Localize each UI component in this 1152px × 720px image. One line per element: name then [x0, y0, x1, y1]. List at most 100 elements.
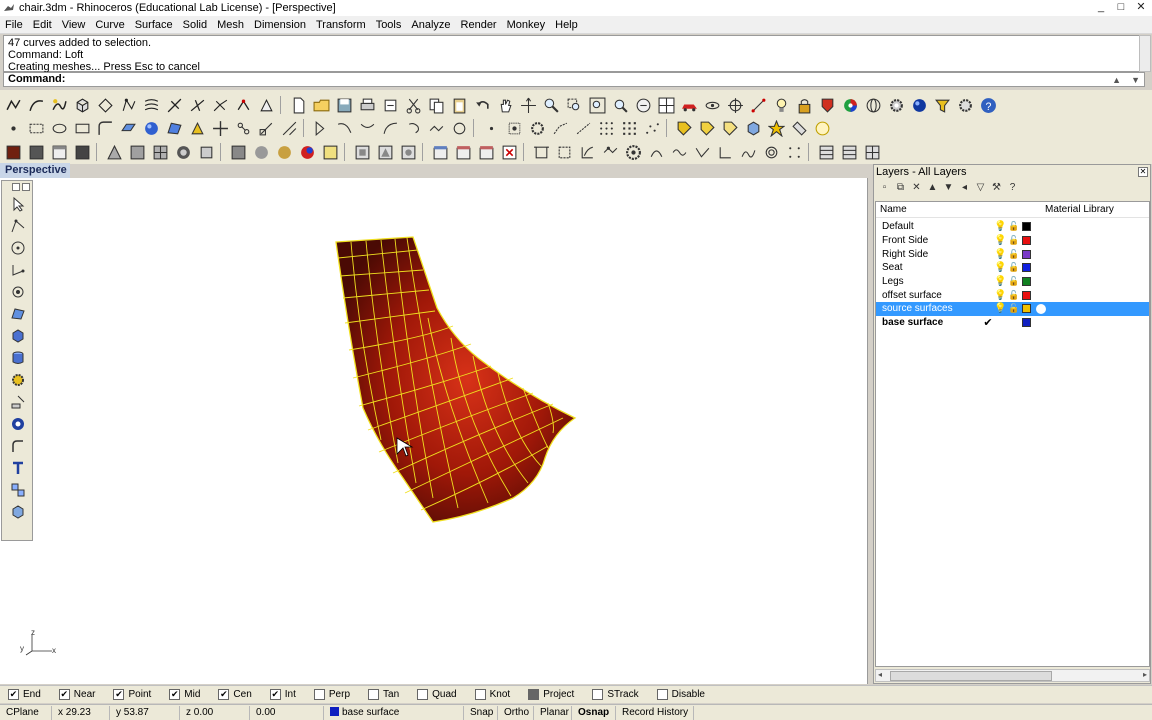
curve-icon[interactable] — [25, 95, 47, 116]
menu-analyze[interactable]: Analyze — [406, 19, 455, 31]
help-icon[interactable]: ? — [1006, 182, 1019, 195]
column-name-header[interactable]: Name — [876, 204, 1041, 215]
perspective-viewport[interactable] — [33, 178, 867, 683]
undo-icon[interactable] — [471, 95, 493, 116]
menu-dimension[interactable]: Dimension — [249, 19, 311, 31]
layer-row[interactable]: Default 💡 🔓 — [876, 220, 1149, 234]
mirror-icon[interactable] — [310, 118, 332, 139]
patch-icon[interactable] — [163, 118, 185, 139]
viewport-title[interactable]: Perspective — [0, 163, 70, 178]
split-curve-icon[interactable] — [425, 118, 447, 139]
view-close-icon[interactable] — [498, 142, 520, 163]
ortho-toggle[interactable]: Ortho — [498, 705, 534, 720]
zoom-extents-icon[interactable] — [586, 95, 608, 116]
layer-color-swatch[interactable] — [1022, 222, 1031, 232]
layers-horizontal-scrollbar[interactable]: ◂ ▸ — [875, 669, 1150, 682]
view-front-icon[interactable] — [374, 142, 396, 163]
settings-dial-icon[interactable] — [622, 142, 644, 163]
color-wheel-icon[interactable] — [839, 95, 861, 116]
light-circle-icon[interactable] — [811, 118, 833, 139]
osnap-point[interactable]: ✔ Point — [113, 689, 151, 700]
unlocked-icon[interactable]: 🔓 — [1008, 235, 1020, 246]
polyline-tool-icon[interactable] — [691, 142, 713, 163]
print-icon[interactable] — [356, 95, 378, 116]
scatter-icon[interactable] — [641, 118, 663, 139]
move-parent-icon[interactable]: ◂ — [958, 182, 971, 195]
freeform-tool-icon[interactable] — [737, 142, 759, 163]
checkbox-icon[interactable]: ✔ — [218, 689, 230, 700]
star-icon[interactable] — [765, 118, 787, 139]
osnap-toggle[interactable]: Osnap — [572, 705, 616, 720]
checkbox-icon[interactable] — [592, 689, 604, 700]
unlocked-icon[interactable]: 🔓 — [1008, 303, 1020, 314]
box-side-icon[interactable] — [7, 325, 29, 347]
minimize-button[interactable]: _ — [1094, 1, 1108, 14]
osnap-knot[interactable]: Knot — [474, 689, 510, 700]
circle-side-icon[interactable] — [7, 237, 29, 259]
cut-icon[interactable] — [402, 95, 424, 116]
render-window-icon[interactable] — [48, 142, 70, 163]
rect-icon[interactable] — [71, 118, 93, 139]
render-dark-icon[interactable] — [25, 142, 47, 163]
paste-icon[interactable] — [448, 95, 470, 116]
menu-surface[interactable]: Surface — [130, 19, 178, 31]
grid-points-icon[interactable] — [595, 118, 617, 139]
rectangle-icon[interactable] — [25, 118, 47, 139]
material-sphere-icon[interactable] — [1036, 303, 1046, 314]
render-box-icon[interactable] — [71, 142, 93, 163]
delete-layer-icon[interactable]: ✕ — [910, 182, 923, 195]
undo-view-icon[interactable] — [632, 95, 654, 116]
point-cloud-icon[interactable] — [503, 118, 525, 139]
unlocked-icon[interactable]: 🔓 — [1008, 276, 1020, 287]
layer-row-current[interactable]: base surface ✔ — [876, 316, 1149, 330]
panel-list-icon[interactable] — [838, 142, 860, 163]
panel-toggle-icon[interactable] — [815, 142, 837, 163]
osnap-end[interactable]: ✔ End — [8, 689, 41, 700]
control-points-icon[interactable] — [117, 95, 139, 116]
select-curve-icon[interactable] — [576, 142, 598, 163]
tag-icon[interactable] — [673, 118, 695, 139]
env-icon[interactable] — [126, 142, 148, 163]
texture-icon[interactable] — [149, 142, 171, 163]
view-save-icon[interactable] — [429, 142, 451, 163]
offset-curve-icon[interactable] — [333, 118, 355, 139]
select-points-icon[interactable] — [599, 142, 621, 163]
text-side-icon[interactable] — [7, 457, 29, 479]
new-file-icon[interactable] — [287, 95, 309, 116]
scroll-right-icon[interactable]: ▸ — [1143, 670, 1147, 679]
polyline-side-icon[interactable] — [7, 215, 29, 237]
view-restore-icon[interactable] — [452, 142, 474, 163]
render-sphere-icon[interactable] — [908, 95, 930, 116]
checkbox-icon[interactable]: ✔ — [169, 689, 181, 700]
select-crossing-icon[interactable] — [553, 142, 575, 163]
layer-color-swatch[interactable] — [1022, 263, 1031, 273]
planar-toggle[interactable]: Planar — [534, 705, 572, 720]
open-folder-icon[interactable] — [310, 95, 332, 116]
extrude-icon[interactable] — [186, 118, 208, 139]
shade-sphere-icon[interactable] — [250, 142, 272, 163]
car-icon[interactable] — [678, 95, 700, 116]
record-history-toggle[interactable]: Record History — [616, 705, 694, 720]
osnap-tan[interactable]: Tan — [368, 689, 399, 700]
curve-side-icon[interactable] — [7, 259, 29, 281]
sphere-icon[interactable] — [140, 118, 162, 139]
layer-row[interactable]: Front Side 💡 🔓 — [876, 234, 1149, 248]
polyline-icon[interactable] — [2, 95, 24, 116]
checkbox-icon[interactable] — [417, 689, 429, 700]
import-icon[interactable] — [379, 95, 401, 116]
split-icon[interactable] — [163, 95, 185, 116]
light-bulb-icon[interactable]: 💡 — [994, 221, 1006, 232]
circle-icon[interactable] — [48, 118, 70, 139]
osnap-disable[interactable]: Disable — [656, 689, 705, 700]
spiral-icon[interactable] — [402, 118, 424, 139]
rotate-icon[interactable] — [255, 118, 277, 139]
unlocked-icon[interactable]: 🔓 — [1008, 290, 1020, 301]
rotate-view-icon[interactable] — [517, 95, 539, 116]
checkbox-icon[interactable]: ✔ — [113, 689, 125, 700]
snap-grid-icon[interactable] — [747, 95, 769, 116]
light-bulb-icon[interactable]: 💡 — [994, 262, 1006, 273]
point-edit-icon[interactable] — [94, 95, 116, 116]
menu-view[interactable]: View — [57, 19, 91, 31]
gear-side-icon[interactable] — [7, 369, 29, 391]
light-bulb-icon[interactable] — [770, 95, 792, 116]
